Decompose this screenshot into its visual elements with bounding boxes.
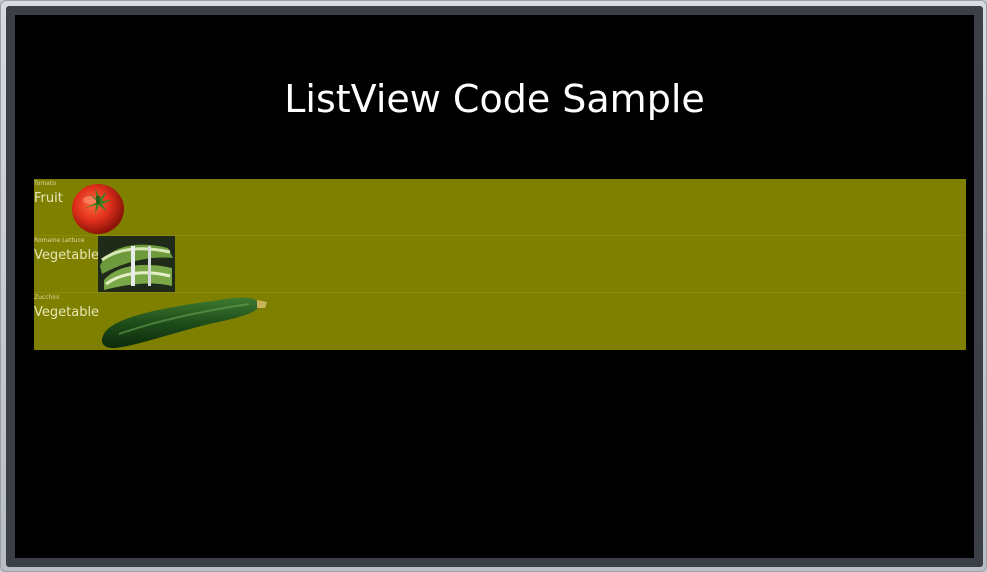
item-name: Zucchini — [34, 294, 60, 301]
window-frame: ListView Code Sample Tomato Fruit Romain… — [0, 0, 987, 572]
list-item[interactable]: Romaine Lettuce Vegetable — [34, 236, 966, 293]
item-type: Fruit — [34, 191, 63, 206]
zucchini-image — [101, 297, 267, 348]
list-item[interactable]: Zucchini Vegetable — [34, 293, 966, 350]
client-area: ListView Code Sample Tomato Fruit Romain… — [15, 15, 974, 558]
page-title: ListView Code Sample — [284, 77, 705, 121]
app-window: ListView Code Sample Tomato Fruit Romain… — [6, 6, 983, 567]
item-type: Vegetable — [34, 305, 100, 320]
item-name: Tomato — [34, 180, 56, 187]
item-type: Vegetable — [34, 248, 100, 263]
tomato-image — [72, 184, 124, 234]
list-view[interactable]: Tomato Fruit Romaine Lettuce Vegetable Z… — [34, 179, 966, 350]
list-item[interactable]: Tomato Fruit — [34, 179, 966, 236]
item-name: Romaine Lettuce — [34, 237, 85, 244]
lettuce-image — [98, 236, 175, 292]
